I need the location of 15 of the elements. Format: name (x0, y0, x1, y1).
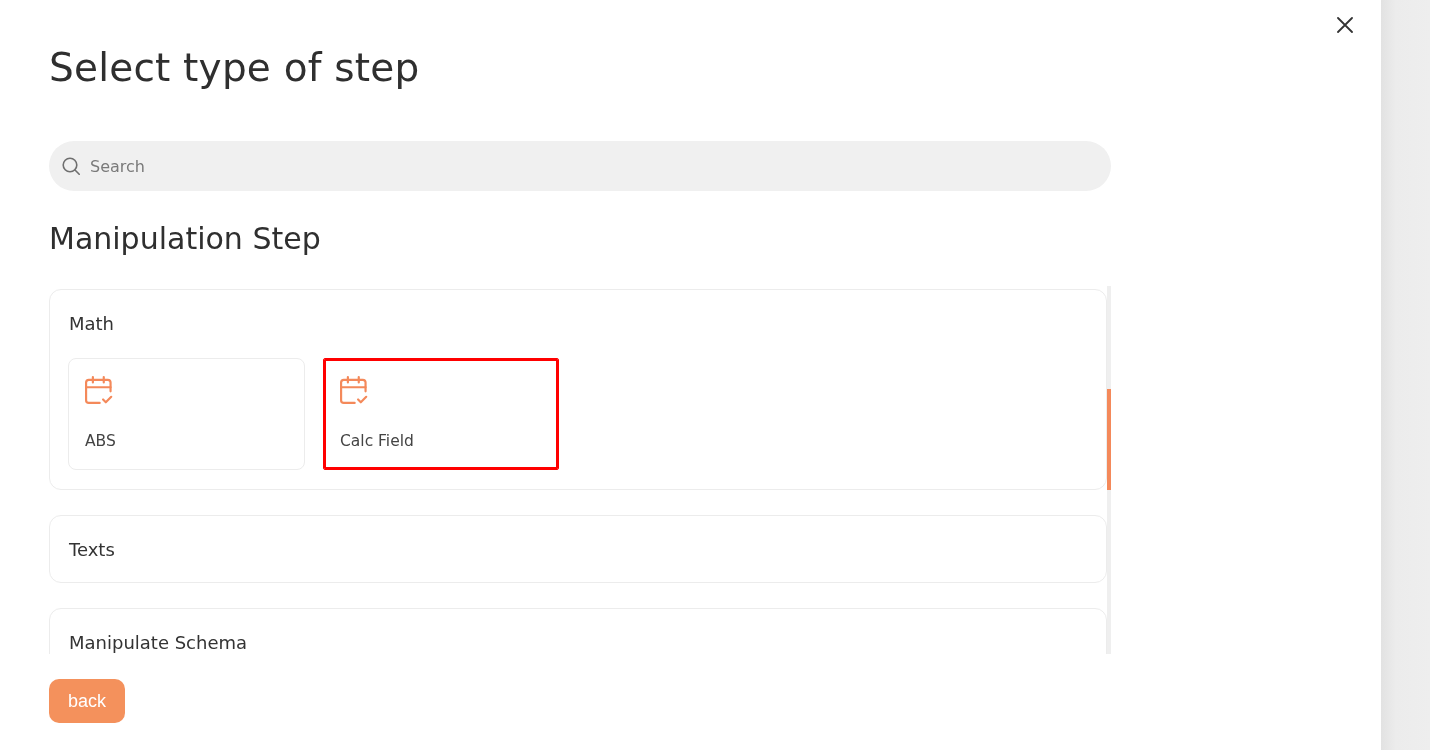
group-title[interactable]: Manipulate Schema (69, 630, 248, 654)
scrollbar-track[interactable] (1107, 286, 1111, 654)
search-icon (62, 157, 80, 175)
group-title[interactable]: Texts (69, 537, 115, 563)
calendar-check-icon (85, 375, 113, 405)
close-button[interactable] (1335, 15, 1355, 35)
section-heading: Manipulation Step (49, 220, 321, 258)
step-card[interactable]: ABS (68, 358, 305, 470)
group-title[interactable]: Math (69, 311, 115, 337)
scrollbar-thumb[interactable] (1107, 389, 1111, 490)
dialog-title: Select type of step (49, 44, 420, 92)
step-card[interactable]: Calc Field (323, 358, 559, 470)
close-icon (1337, 17, 1353, 33)
calendar-check-icon (340, 375, 368, 405)
search-field[interactable]: Search (49, 141, 1111, 191)
